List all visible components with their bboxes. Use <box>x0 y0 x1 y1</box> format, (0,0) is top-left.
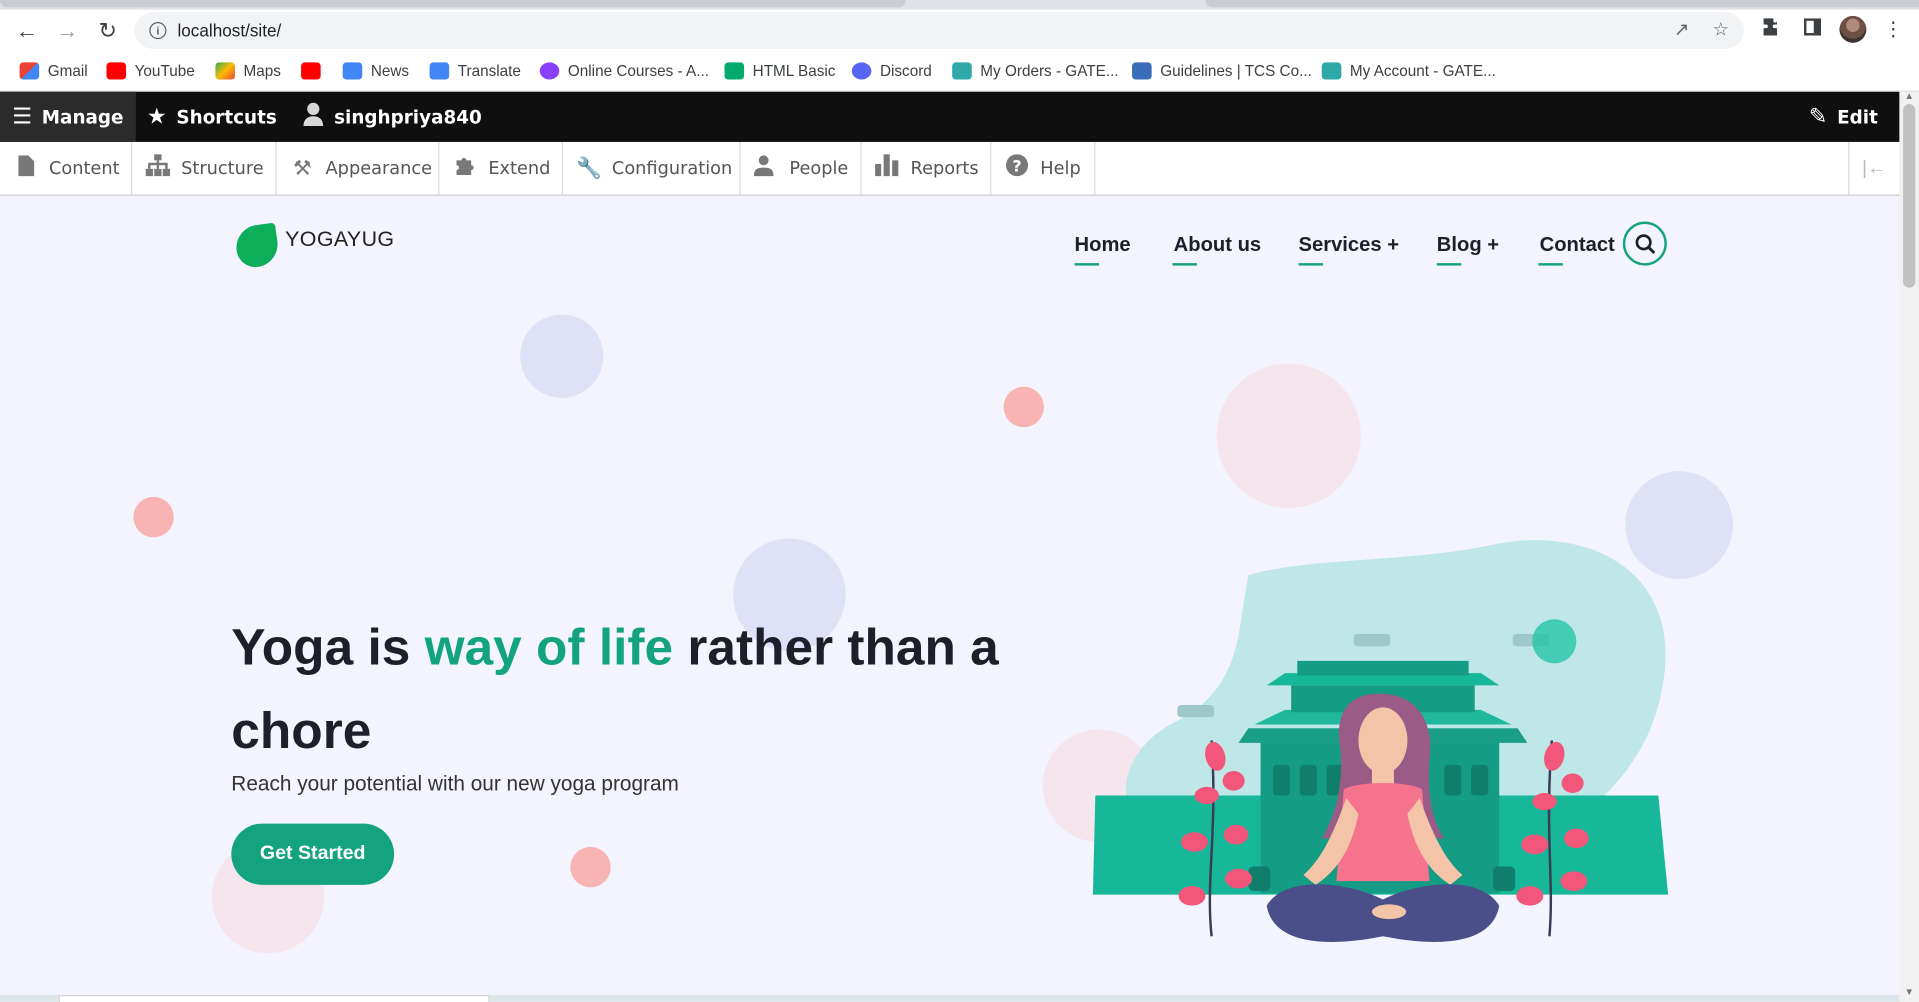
logo-leaf-icon[interactable] <box>233 222 281 270</box>
bookmark-my-account[interactable]: My Account - GATE... <box>1321 60 1496 82</box>
hero-title: Yoga is way of life rather than a chore <box>231 618 999 759</box>
hero-subtitle: Reach your potential with our new yoga p… <box>231 772 679 796</box>
next-section-peek <box>0 994 1900 1002</box>
star-icon: ★ <box>146 104 167 130</box>
tray-people[interactable]: People <box>740 141 862 195</box>
nav-services[interactable]: Services + <box>1299 234 1400 257</box>
bookmark-html-basic[interactable]: HTML Basic <box>724 60 835 82</box>
browser-tab[interactable] <box>0 0 906 8</box>
svg-text:?: ? <box>1012 156 1021 175</box>
url-text[interactable]: localhost/site/ <box>177 21 281 41</box>
bookmark-my-orders[interactable]: My Orders - GATE... <box>952 60 1119 82</box>
sitemap-icon <box>145 154 171 182</box>
site-page: YOGAYUG Home About us Services + Blog + … <box>0 195 1900 1002</box>
user-icon <box>302 102 324 133</box>
bookmark-youtube-2[interactable] <box>301 60 329 82</box>
help-icon: ? <box>1005 154 1029 182</box>
bookmarks-bar: Gmail YouTube Maps News Translate Online… <box>0 51 1919 92</box>
bookmark-youtube[interactable]: YouTube <box>106 60 195 82</box>
puzzle-icon <box>453 154 477 182</box>
tcs-icon <box>1132 62 1152 80</box>
gate-icon <box>952 62 972 80</box>
discord-icon <box>851 62 872 80</box>
people-icon <box>753 154 778 182</box>
w3schools-icon <box>724 62 745 80</box>
nav-blog[interactable]: Blog + <box>1437 234 1499 257</box>
bar-chart-icon <box>875 154 899 182</box>
nav-contact[interactable]: Contact <box>1540 234 1615 257</box>
scroll-up-icon[interactable]: ▲ <box>1904 91 1914 102</box>
decor-circle <box>520 314 604 398</box>
browser-tab-strip <box>0 0 1919 10</box>
collapse-tray-icon[interactable]: |← <box>1848 141 1899 195</box>
admin-toolbar: ☰ Manage ★ Shortcuts singhpriya840 ✎ Edi… <box>0 91 1900 142</box>
tray-extend[interactable]: Extend <box>439 141 563 195</box>
reload-icon[interactable]: ↻ <box>93 16 122 45</box>
nav-underline <box>1298 263 1323 266</box>
search-icon <box>1635 234 1655 254</box>
decor-circle <box>133 496 174 538</box>
bookmark-star-icon[interactable]: ☆ <box>1708 18 1732 42</box>
scroll-down-icon[interactable]: ▼ <box>1904 986 1914 997</box>
forward-icon[interactable]: → <box>53 16 82 45</box>
news-icon <box>342 62 363 80</box>
tray-structure[interactable]: Structure <box>132 141 277 195</box>
site-logo-text[interactable]: YOGAYUG <box>285 226 394 252</box>
yoga-illustration <box>1092 540 1669 942</box>
manage-tab[interactable]: ☰ Manage <box>0 91 136 142</box>
bookmark-maps[interactable]: Maps <box>215 60 281 82</box>
gate-icon <box>1321 62 1342 80</box>
shortcuts-tab[interactable]: ★ Shortcuts <box>147 92 277 142</box>
nav-underline <box>1074 263 1100 266</box>
nav-home[interactable]: Home <box>1075 234 1131 257</box>
bookmark-online-courses[interactable]: Online Courses - A... <box>539 60 709 82</box>
bookmark-guidelines[interactable]: Guidelines | TCS Co... <box>1132 60 1312 82</box>
nav-underline <box>1172 263 1197 266</box>
translate-icon <box>429 62 450 80</box>
share-icon[interactable]: ↗ <box>1669 18 1693 42</box>
user-tab[interactable]: singhpriya840 <box>302 92 482 142</box>
wrench-icon: 🔧 <box>576 156 603 181</box>
browser-menu-icon[interactable]: ⋮ <box>1880 17 1907 44</box>
paintbrush-icon: ⚒ <box>292 156 312 181</box>
back-icon[interactable]: ← <box>12 16 41 45</box>
tray-help[interactable]: ? Help <box>991 141 1096 195</box>
browser-toolbar: ← → ↻ i localhost/site/ ↗ ☆ ⋮ <box>0 9 1919 52</box>
youtube-icon <box>301 62 321 80</box>
gmail-icon <box>19 62 40 80</box>
next-section-card <box>58 994 490 1002</box>
nav-about-us[interactable]: About us <box>1174 234 1262 257</box>
tray-content[interactable]: Content <box>0 141 133 195</box>
page-scrollbar[interactable]: ▲ ▼ <box>1899 91 1919 1002</box>
youtube-icon <box>106 62 127 80</box>
admin-tray: Content Structure ⚒ Appearance Extend 🔧 Co… <box>0 141 1900 196</box>
bookmark-news[interactable]: News <box>342 60 409 82</box>
extensions-icon[interactable] <box>1759 17 1786 44</box>
tray-appearance[interactable]: ⚒ Appearance <box>277 141 440 195</box>
site-info-icon[interactable]: i <box>149 22 167 40</box>
udemy-icon <box>539 62 560 80</box>
bookmark-discord[interactable]: Discord <box>851 60 932 82</box>
get-started-button[interactable]: Get Started <box>231 823 395 885</box>
tray-reports[interactable]: Reports <box>862 141 992 195</box>
decor-circle <box>570 846 611 888</box>
browser-tab[interactable] <box>1205 0 1919 8</box>
maps-icon <box>215 62 235 80</box>
bookmark-gmail[interactable]: Gmail <box>19 60 88 82</box>
decor-circle <box>1003 386 1044 428</box>
profile-avatar[interactable] <box>1839 15 1867 43</box>
hamburger-icon: ☰ <box>12 104 32 130</box>
tray-configuration[interactable]: 🔧 Configuration <box>563 141 741 195</box>
address-bar[interactable]: i localhost/site/ ↗ ☆ <box>134 12 1744 49</box>
pencil-icon: ✎ <box>1808 104 1828 130</box>
scroll-thumb[interactable] <box>1903 104 1916 288</box>
file-icon <box>13 154 37 182</box>
nav-underline <box>1436 263 1462 266</box>
decor-circle <box>1216 363 1361 508</box>
nav-underline <box>1538 263 1563 266</box>
edit-button[interactable]: ✎ Edit <box>1809 92 1878 142</box>
search-button[interactable] <box>1622 221 1667 266</box>
bookmark-translate[interactable]: Translate <box>429 60 521 82</box>
side-panel-icon[interactable] <box>1799 17 1826 44</box>
